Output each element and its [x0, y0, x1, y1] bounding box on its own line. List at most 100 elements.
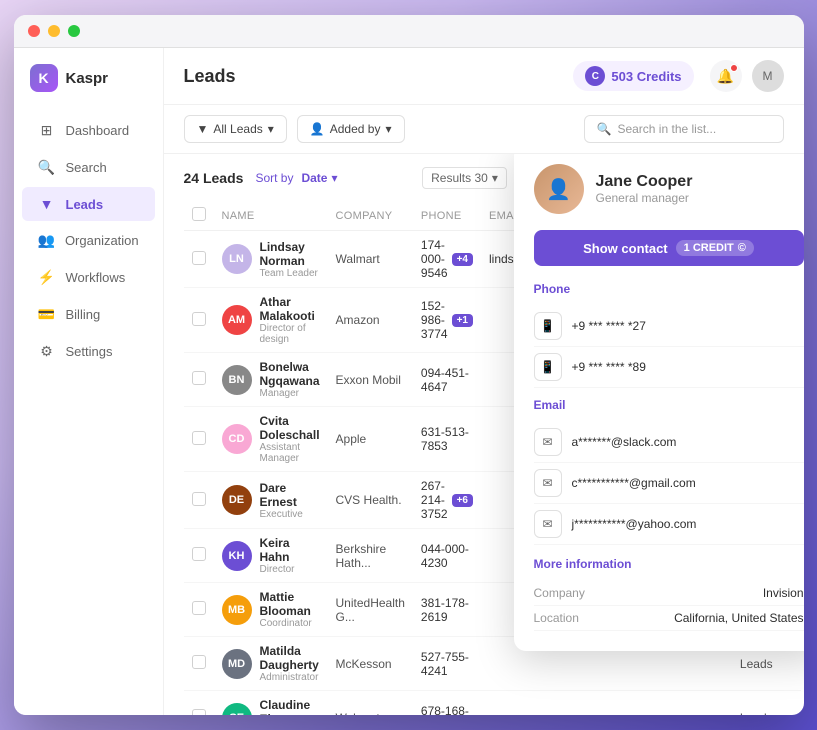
person-info: Dare Ernest Executive	[260, 481, 320, 520]
person-avatar: KH	[222, 541, 252, 571]
row-checkbox[interactable]	[192, 371, 206, 385]
phone-badge: 678-168-6894	[421, 704, 473, 716]
title-bar	[14, 15, 804, 48]
notification-dot	[730, 64, 738, 72]
row-checkbox[interactable]	[192, 655, 206, 669]
credits-icon: C	[585, 66, 605, 86]
app-window: K Kaspr ⊞ Dashboard 🔍 Search ▼ Leads 👥 O…	[14, 15, 804, 715]
row-checkbox[interactable]	[192, 312, 206, 326]
phone-cell: 094-451-4647	[413, 353, 481, 407]
name-cell: DE Dare Ernest Executive	[214, 472, 328, 529]
added-by-cell	[640, 691, 732, 716]
sidebar-item-leads[interactable]: ▼ Leads	[22, 187, 155, 221]
credits-badge[interactable]: C 503 Credits	[573, 61, 693, 91]
phone-extra-badge: +1	[452, 314, 473, 327]
row-checkbox[interactable]	[192, 251, 206, 265]
person-name: Lindsay Norman	[260, 240, 320, 268]
row-checkbox-cell	[184, 691, 214, 716]
person-role: Director of design	[260, 323, 320, 345]
person-name: Cvita Doleschall	[260, 414, 320, 442]
person-cell: CE Claudine Ebert Controller	[222, 698, 320, 715]
person-avatar: AM	[222, 305, 252, 335]
leads-count: 24 Leads	[184, 170, 244, 186]
person-cell: KH Keira Hahn Director	[222, 536, 320, 575]
show-contact-button[interactable]: Show contact 1 CREDIT ©	[534, 230, 804, 266]
row-checkbox[interactable]	[192, 709, 206, 715]
header-icons: 🔔 M	[710, 60, 784, 92]
all-leads-filter[interactable]: ▼ All Leads ▾	[184, 115, 287, 143]
person-role: Administrator	[260, 672, 320, 683]
person-name: Matilda Daugherty	[260, 644, 320, 672]
results-button[interactable]: Results 30 ▾	[422, 167, 507, 189]
email-value-1: a*******@slack.com	[572, 435, 677, 449]
person-role: Team Leader	[260, 268, 320, 279]
name-cell: LN Lindsay Norman Team Leader	[214, 231, 328, 288]
company-cell: UnitedHealth G...	[328, 583, 413, 637]
person-info: Lindsay Norman Team Leader	[260, 240, 320, 279]
name-cell: MB Mattie Blooman Coordinator	[214, 583, 328, 637]
maximize-btn[interactable]	[68, 25, 80, 37]
sidebar-item-organization[interactable]: 👥 Organization	[22, 223, 155, 258]
sidebar-item-organization-label: Organization	[65, 233, 139, 248]
person-name: Bonelwa Ngqawana	[260, 360, 320, 388]
select-all-checkbox[interactable]	[192, 207, 206, 221]
row-checkbox[interactable]	[192, 431, 206, 445]
person-avatar: BN	[222, 365, 252, 395]
sidebar-item-billing[interactable]: 💳 Billing	[22, 297, 155, 332]
sidebar-item-search[interactable]: 🔍 Search	[22, 150, 155, 185]
popup-person-info: Jane Cooper General manager	[596, 173, 693, 205]
sidebar-item-settings[interactable]: ⚙ Settings	[22, 334, 155, 369]
phone-number: 174-000-9546	[421, 238, 448, 280]
email-icon-2: ✉	[534, 469, 562, 497]
phone-badge: 631-513-7853	[421, 425, 473, 453]
added-by-filter[interactable]: 👤 Added by ▾	[297, 115, 405, 143]
phone-cell: 267-214-3752 +6	[413, 472, 481, 529]
sort-button[interactable]: Sort by Date ▾	[255, 171, 337, 185]
person-name: Keira Hahn	[260, 536, 320, 564]
table-row[interactable]: CE Claudine Ebert Controller Walmart. 67…	[184, 691, 801, 716]
person-icon: 👤	[310, 122, 325, 136]
phone-badge: 527-755-4241	[421, 650, 473, 678]
person-cell: MD Matilda Daugherty Administrator	[222, 644, 320, 683]
company-cell: Walmart.	[328, 691, 413, 716]
company-value: Invision	[763, 586, 804, 600]
person-info: Bonelwa Ngqawana Manager	[260, 360, 320, 399]
email-icon-3: ✉	[534, 510, 562, 538]
credit-cost-label: 1 CREDIT	[684, 242, 734, 254]
row-checkbox[interactable]	[192, 601, 206, 615]
email-value-3: j***********@yahoo.com	[572, 517, 697, 531]
person-role: Assistant Manager	[260, 442, 320, 464]
sidebar: K Kaspr ⊞ Dashboard 🔍 Search ▼ Leads 👥 O…	[14, 48, 164, 715]
email-item-2: ✉ c***********@gmail.com	[534, 463, 804, 504]
settings-icon: ⚙	[38, 343, 56, 360]
logo-text: Kaspr	[66, 70, 109, 87]
search-box[interactable]: 🔍 Search in the list...	[584, 115, 784, 143]
person-role: Director	[260, 564, 320, 575]
user-avatar[interactable]: M	[752, 60, 784, 92]
select-all-header[interactable]	[184, 201, 214, 231]
phone-icon-1: 📱	[534, 312, 562, 340]
sidebar-item-workflows[interactable]: ⚡ Workflows	[22, 260, 155, 295]
phone-extra-badge: +6	[452, 494, 473, 507]
email-item-1: ✉ a*******@slack.com	[534, 422, 804, 463]
search-placeholder: Search in the list...	[617, 122, 716, 136]
phone-value-2: +9 *** **** *89	[572, 360, 646, 374]
email-section-title: Email	[534, 398, 804, 412]
credit-cost-badge: 1 CREDIT ©	[676, 240, 754, 256]
sort-field: Date	[301, 171, 327, 185]
person-avatar: CE	[222, 703, 252, 716]
notification-button[interactable]: 🔔	[710, 60, 742, 92]
phone-cell: 152-986-3774 +1	[413, 288, 481, 353]
row-checkbox[interactable]	[192, 492, 206, 506]
table-container: 24 Leads Sort by Date ▾ Results 30 ▾ 1 o…	[164, 154, 804, 715]
dashboard-icon: ⊞	[38, 122, 56, 139]
phone-number: 381-178-2619	[421, 596, 473, 624]
sidebar-item-dashboard[interactable]: ⊞ Dashboard	[22, 113, 155, 148]
chevron-down-icon-2: ▾	[385, 122, 391, 136]
phone-number: 527-755-4241	[421, 650, 473, 678]
person-cell: AM Athar Malakooti Director of design	[222, 295, 320, 345]
minimize-btn[interactable]	[48, 25, 60, 37]
close-btn[interactable]	[28, 25, 40, 37]
row-checkbox[interactable]	[192, 547, 206, 561]
phone-icon-2: 📱	[534, 353, 562, 381]
